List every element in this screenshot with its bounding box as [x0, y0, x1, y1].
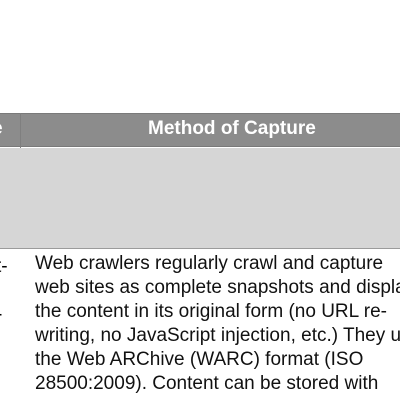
text-line: web sites as complete snapshots and disp…: [35, 277, 400, 298]
method-of-capture-header: Method of Capture: [148, 118, 316, 139]
text-line: Web crawlers regularly crawl and capture: [35, 253, 384, 274]
method-description: Web crawlers regularly crawl and capture…: [35, 252, 400, 396]
text-line: writing, no JavaScript injection, etc.) …: [35, 325, 400, 346]
text-line: 28500:2009). Content can be stored with: [35, 373, 379, 394]
document-page: e Method of Capture t- - Web crawlers re…: [0, 0, 400, 400]
empty-shaded-row: [0, 148, 400, 249]
header-left-fragment: e: [0, 118, 22, 140]
text-line: the content in its original form (no URL…: [35, 301, 388, 322]
left-cell-fragment: -: [0, 303, 16, 327]
left-cell-fragment: t-: [0, 256, 8, 277]
text-line: the Web ARChive (WARC) format (ISO: [35, 349, 364, 370]
